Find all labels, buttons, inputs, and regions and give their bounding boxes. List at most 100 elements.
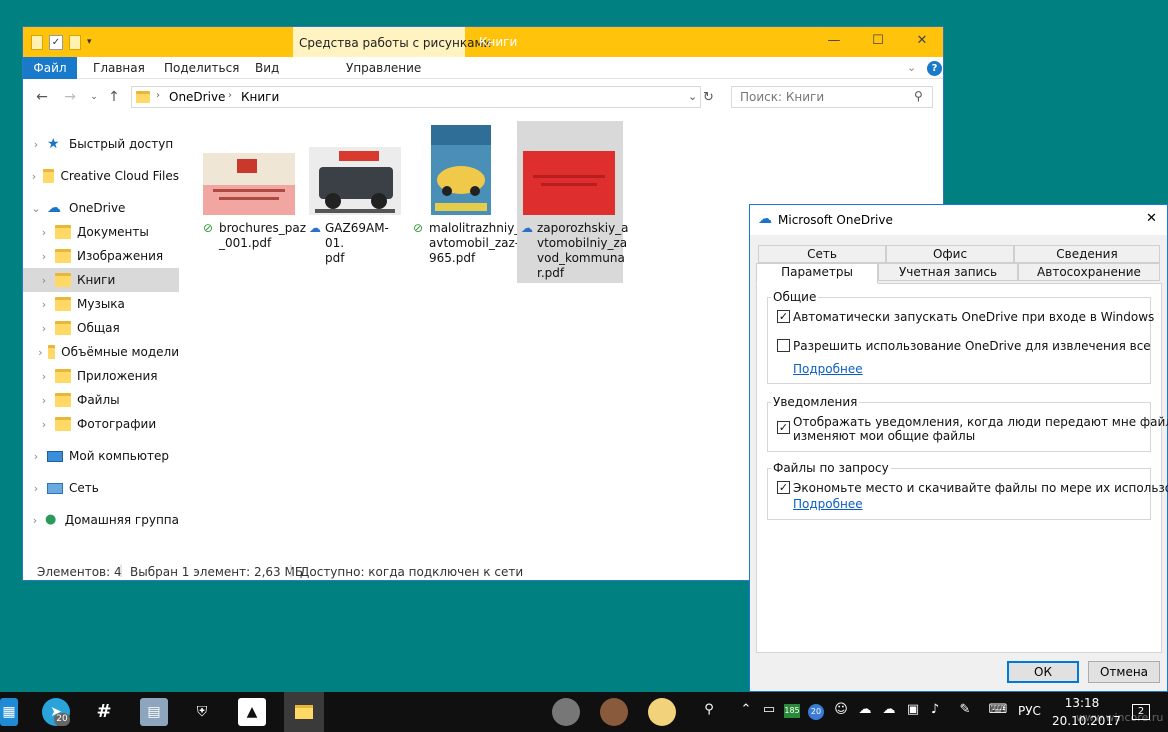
chevron-right-icon[interactable]: ›: [37, 394, 51, 407]
nav-item-network[interactable]: › Сеть: [23, 476, 179, 500]
nav-item-public[interactable]: › Общая: [23, 316, 179, 340]
chevron-right-icon[interactable]: ›: [29, 450, 43, 463]
nav-item-documents[interactable]: › Документы: [23, 220, 179, 244]
nav-item-onedrive[interactable]: ⌄ ☁ OneDrive: [23, 196, 179, 220]
keyboard-icon[interactable]: ⌨: [986, 702, 1010, 717]
close-button[interactable]: ✕: [907, 31, 937, 53]
fetch-files-checkbox[interactable]: [777, 339, 790, 352]
cloud-sync-icon[interactable]: ☁: [880, 702, 898, 717]
notifications-checkbox[interactable]: ✓: [777, 421, 790, 434]
avatar[interactable]: [648, 698, 676, 726]
nav-item-quick-access[interactable]: › ★ Быстрый доступ: [23, 132, 179, 156]
autostart-checkbox[interactable]: ✓: [777, 310, 790, 323]
file-tile[interactable]: ☁ GAZ69AM-01. pdf: [305, 121, 405, 281]
expand-ribbon-icon[interactable]: ⌄: [907, 61, 916, 74]
pen-icon[interactable]: ✎: [956, 702, 974, 717]
nav-item-homegroup[interactable]: › ● Домашняя группа: [23, 508, 179, 532]
up-button[interactable]: ↑: [105, 88, 123, 106]
photos-app-icon[interactable]: ▤: [140, 698, 168, 726]
chevron-right-icon[interactable]: ›: [37, 250, 51, 263]
file-tile[interactable]: ⊘ brochures_paz _001.pdf: [199, 121, 306, 281]
minimize-button[interactable]: —: [819, 31, 849, 53]
nav-item-pictures[interactable]: › Изображения: [23, 244, 179, 268]
tab-network[interactable]: Сеть: [758, 245, 886, 263]
mail-badge[interactable]: 20: [808, 704, 824, 720]
file-explorer-icon[interactable]: [284, 692, 324, 732]
nav-item-music[interactable]: › Музыка: [23, 292, 179, 316]
image-viewer-icon[interactable]: ▲: [238, 698, 266, 726]
file-tile[interactable]: ⊘ malolitrazhniy_ avtomobil_zaz- 965.pdf: [409, 121, 520, 281]
properties-icon[interactable]: ✓: [49, 34, 63, 50]
nav-item-files[interactable]: › Файлы: [23, 388, 179, 412]
app-icon[interactable]: ▦: [0, 698, 18, 726]
chevron-right-icon[interactable]: ›: [37, 418, 51, 431]
help-icon[interactable]: ?: [927, 61, 942, 76]
chevron-right-icon[interactable]: ›: [37, 298, 51, 311]
address-dropdown-icon[interactable]: ⌄: [688, 90, 697, 103]
nav-item-photos[interactable]: › Фотографии: [23, 412, 179, 436]
chevron-down-icon[interactable]: ⌄: [29, 202, 43, 215]
chevron-right-icon[interactable]: ›: [37, 274, 51, 287]
ok-button[interactable]: ОК: [1007, 661, 1079, 683]
tab-office[interactable]: Офис: [886, 245, 1014, 263]
back-button[interactable]: ←: [33, 88, 51, 106]
breadcrumb-books[interactable]: Книги: [241, 90, 279, 104]
tab-file[interactable]: Файл: [23, 57, 77, 79]
chevron-right-icon[interactable]: ›: [37, 370, 51, 383]
tab-share[interactable]: Поделиться: [164, 57, 239, 79]
recent-locations-icon[interactable]: ⌄: [85, 88, 103, 106]
emoji-icon[interactable]: ☺: [832, 702, 850, 717]
people-icon[interactable]: ⚲: [700, 702, 718, 717]
tab-view[interactable]: Вид: [255, 57, 279, 79]
avatar[interactable]: [552, 698, 580, 726]
chevron-right-icon[interactable]: ›: [37, 226, 51, 239]
security-shield-icon[interactable]: ⛨: [188, 698, 216, 726]
onedrive-tray-icon[interactable]: ☁: [856, 702, 874, 717]
tab-manage[interactable]: Управление: [346, 57, 421, 79]
chevron-right-icon[interactable]: ›: [29, 514, 41, 527]
chevron-right-icon[interactable]: ›: [37, 322, 51, 335]
tablet-mode-icon[interactable]: ▭: [760, 702, 778, 717]
tab-settings[interactable]: Параметры: [756, 263, 878, 284]
dialog-title: Microsoft OneDrive: [778, 213, 893, 227]
folder-icon: [47, 345, 56, 359]
tab-autosave[interactable]: Автосохранение: [1018, 263, 1160, 281]
nav-item-3d-objects[interactable]: › Объёмные модели: [23, 340, 179, 364]
nav-item-books[interactable]: › Книги: [23, 268, 179, 292]
more-info-link[interactable]: Подробнее: [793, 497, 863, 511]
slack-icon[interactable]: #: [90, 698, 118, 726]
network-tray-icon[interactable]: ▣: [904, 702, 922, 717]
file-tile-selected[interactable]: ☁ zaporozhskiy_a vtomobilniy_za vod_komm…: [517, 121, 629, 283]
title-bar[interactable]: ✓ ▾ Средства работы с рисунками Книги — …: [23, 27, 943, 57]
volume-icon[interactable]: ♪: [926, 702, 944, 717]
more-info-link[interactable]: Подробнее: [793, 362, 863, 376]
forward-button[interactable]: →: [61, 88, 79, 106]
refresh-icon[interactable]: ↻: [703, 90, 714, 105]
cancel-button[interactable]: Отмена: [1088, 661, 1160, 683]
nav-item-creative-cloud[interactable]: › Creative Cloud Files: [23, 164, 179, 188]
folder-icon[interactable]: [31, 34, 43, 50]
customize-toolbar-icon[interactable]: ▾: [87, 37, 92, 47]
tab-account[interactable]: Учетная запись: [878, 263, 1018, 281]
nav-item-this-pc[interactable]: › Мой компьютер: [23, 444, 179, 468]
maximize-button[interactable]: ☐: [863, 31, 893, 53]
search-icon[interactable]: ⚲: [914, 89, 923, 103]
chevron-right-icon[interactable]: ›: [29, 482, 43, 495]
avatar[interactable]: [600, 698, 628, 726]
dialog-close-button[interactable]: ✕: [1146, 211, 1157, 226]
chevron-right-icon[interactable]: ›: [37, 346, 44, 359]
nav-item-apps[interactable]: › Приложения: [23, 364, 179, 388]
chevron-up-icon[interactable]: ⌃: [737, 702, 755, 717]
tab-home[interactable]: Главная: [93, 57, 145, 79]
new-folder-icon[interactable]: [69, 34, 81, 50]
chevron-right-icon[interactable]: ›: [29, 170, 39, 183]
language-indicator[interactable]: РУС: [1018, 704, 1041, 718]
tab-about[interactable]: Сведения: [1014, 245, 1160, 263]
address-bar[interactable]: › OneDrive › Книги ⌄: [131, 86, 701, 108]
chevron-right-icon[interactable]: ›: [29, 138, 43, 151]
breadcrumb-onedrive[interactable]: OneDrive: [169, 90, 225, 104]
dialog-title-bar[interactable]: ☁ Microsoft OneDrive ✕: [750, 205, 1167, 235]
files-on-demand-checkbox[interactable]: ✓: [777, 481, 790, 494]
search-box[interactable]: Поиск: Книги ⚲: [731, 86, 933, 108]
counter-badge[interactable]: 185: [784, 704, 800, 718]
